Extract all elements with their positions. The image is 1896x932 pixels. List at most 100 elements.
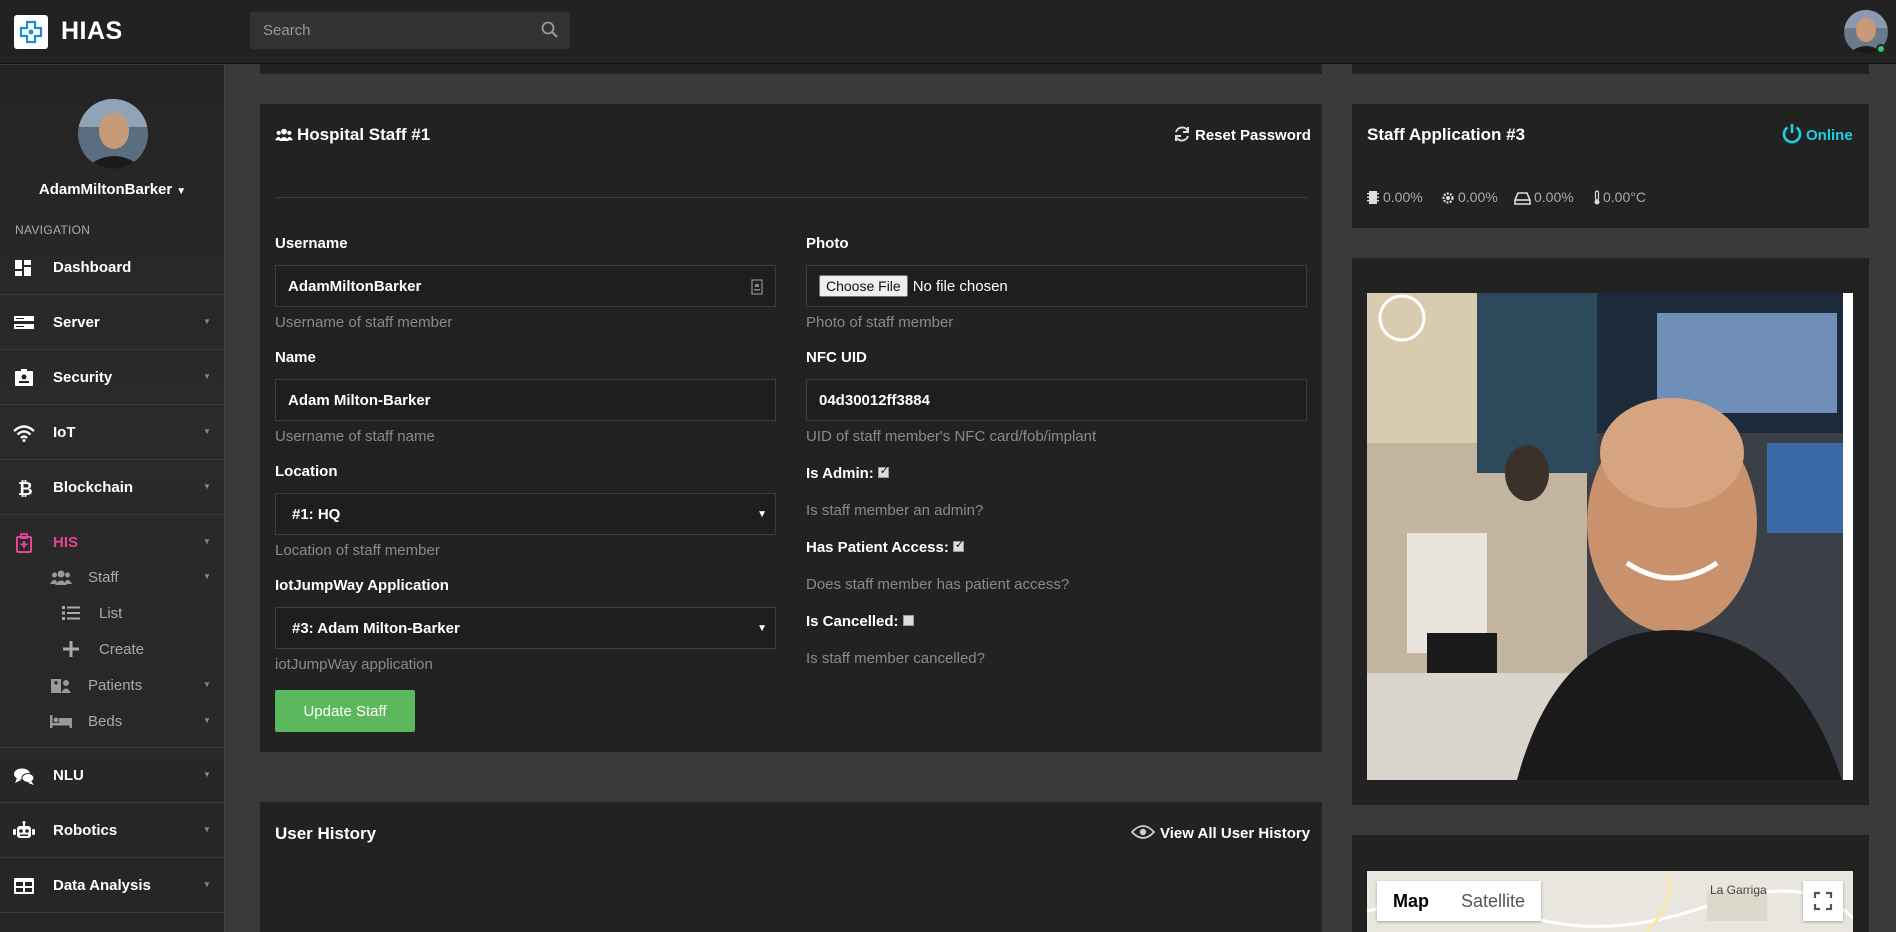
online-status: Online — [1806, 127, 1853, 144]
fullscreen-button[interactable] — [1803, 881, 1843, 921]
is-cancelled-label: Is Cancelled: — [806, 613, 899, 630]
username-value: AdamMiltonBarker — [288, 277, 422, 295]
location-help: Location of staff member — [275, 542, 440, 559]
sidebar-subitem-beds[interactable]: Beds ▼ — [0, 703, 225, 739]
photo-file-input[interactable]: Choose File No file chosen — [806, 265, 1307, 307]
sidebar-subitem-label: Staff — [88, 569, 119, 586]
chevron-down-icon: ▼ — [203, 317, 211, 326]
sidebar: AdamMiltonBarker ▼ NAVIGATION Dashboard S… — [0, 65, 225, 932]
sidebar-item-label: NLU — [53, 767, 84, 784]
contact-card-icon — [751, 279, 763, 295]
hospital-icon — [16, 533, 32, 553]
temperature-stat: 0.00°C — [1603, 189, 1646, 205]
users-icon — [275, 128, 293, 142]
wifi-icon — [13, 425, 35, 442]
sidebar-subitem-label: Beds — [88, 713, 123, 730]
nav-heading: NAVIGATION — [15, 223, 91, 237]
is-cancelled-checkbox[interactable] — [902, 614, 914, 626]
sidebar-subitem-list[interactable]: List — [0, 595, 225, 631]
name-label: Name — [275, 349, 316, 366]
select-arrow-icon: ▼ — [757, 509, 767, 520]
sidebar-item-data-analysis[interactable]: Data Analysis ▼ — [0, 858, 225, 913]
chevron-down-icon: ▼ — [203, 482, 211, 491]
disk-stat: 0.00% — [1534, 189, 1574, 205]
sidebar-item-label: Blockchain — [53, 479, 134, 496]
file-status: No file chosen — [912, 277, 1008, 295]
chevron-down-icon: ▼ — [203, 680, 211, 689]
view-all-history-link[interactable]: View All User History — [1160, 825, 1310, 842]
search-icon[interactable] — [540, 20, 560, 40]
username-help: Username of staff member — [275, 314, 453, 331]
application-help: iotJumpWay application — [275, 656, 433, 673]
sidebar-username[interactable]: AdamMiltonBarker ▼ — [0, 181, 225, 198]
nfc-value: 04d30012ff3884 — [819, 391, 930, 409]
location-map[interactable]: Map Satellite La Garriga — [1367, 871, 1853, 932]
sidebar-avatar[interactable] — [78, 99, 148, 169]
location-label: Location — [275, 463, 338, 480]
list-icon — [62, 606, 80, 620]
chevron-down-icon: ▼ — [203, 427, 211, 436]
sidebar-username-label: AdamMiltonBarker — [38, 181, 173, 198]
sidebar-item-label: HIS — [53, 534, 79, 551]
fullscreen-icon — [1813, 891, 1833, 911]
id-badge-icon — [15, 369, 33, 386]
cog-icon — [1442, 192, 1454, 204]
chevron-down-icon: ▼ — [203, 537, 211, 546]
patient-access-help: Does staff member has patient access? — [806, 576, 1070, 593]
sidebar-item-robotics[interactable]: Robotics ▼ — [0, 803, 225, 858]
bitcoin-icon: ₿ — [18, 479, 33, 498]
choose-file-button[interactable]: Choose File — [819, 275, 908, 297]
bed-icon — [50, 715, 72, 728]
robot-icon — [13, 821, 35, 838]
sidebar-item-label: Server — [53, 314, 100, 331]
name-input[interactable]: Adam Milton-Barker — [275, 379, 776, 421]
user-history-panel — [260, 802, 1322, 932]
patient-access-checkbox[interactable] — [952, 538, 964, 552]
username-input[interactable]: AdamMiltonBarker — [275, 265, 776, 307]
patient-access-label: Has Patient Access: — [806, 539, 949, 556]
map-tab-map[interactable]: Map — [1377, 881, 1445, 921]
is-admin-help: Is staff member an admin? — [806, 502, 984, 519]
map-type-tabs: Map Satellite — [1377, 881, 1542, 921]
sidebar-item-label: Data Analysis — [53, 877, 151, 894]
top-bar: HIAS — [0, 0, 1896, 64]
nfc-input[interactable]: 04d30012ff3884 — [806, 379, 1307, 421]
sidebar-item-server[interactable]: Server ▼ — [0, 295, 225, 350]
patient-access-row: Has Patient Access: — [806, 538, 964, 556]
memory-stat: 0.00% — [1458, 189, 1498, 205]
reset-password-link[interactable]: Reset Password — [1195, 127, 1311, 144]
brand-title[interactable]: HIAS — [61, 17, 123, 46]
comments-icon — [14, 768, 35, 785]
sidebar-item-label: Security — [53, 369, 113, 386]
map-town-label: La Garriga — [1710, 883, 1767, 897]
map-tab-satellite[interactable]: Satellite — [1445, 881, 1541, 921]
photo-help: Photo of staff member — [806, 314, 954, 331]
sidebar-item-nlu[interactable]: NLU ▼ — [0, 748, 225, 803]
panel-top-strip — [1352, 64, 1869, 74]
location-select[interactable]: #1: HQ ▼ — [275, 493, 776, 535]
sidebar-item-blockchain[interactable]: ₿ Blockchain ▼ — [0, 460, 225, 515]
application-label: IotJumpWay Application — [275, 577, 449, 594]
logo-icon[interactable] — [14, 15, 48, 49]
sidebar-subitem-staff[interactable]: Staff ▼ — [0, 559, 225, 595]
sidebar-item-label: Robotics — [53, 822, 118, 839]
is-cancelled-help: Is staff member cancelled? — [806, 650, 985, 667]
sidebar-item-dashboard[interactable]: Dashboard — [0, 240, 225, 295]
users-icon — [50, 570, 72, 585]
staff-panel-title: Hospital Staff #1 — [297, 125, 431, 144]
sidebar-subitem-patients[interactable]: Patients ▼ — [0, 667, 225, 703]
chevron-down-icon: ▼ — [203, 880, 211, 889]
hospital-user-icon — [51, 679, 71, 693]
sidebar-item-security[interactable]: Security ▼ — [0, 350, 225, 405]
application-select[interactable]: #3: Adam Milton-Barker ▼ — [275, 607, 776, 649]
name-help: Username of staff name — [275, 428, 435, 445]
sidebar-item-iot[interactable]: IoT ▼ — [0, 405, 225, 460]
refresh-icon[interactable] — [1173, 125, 1191, 143]
dashboard-icon — [15, 260, 31, 276]
search-input[interactable] — [250, 12, 570, 49]
eye-icon[interactable] — [1131, 824, 1155, 840]
update-staff-button[interactable]: Update Staff — [275, 690, 415, 732]
sidebar-subitem-create[interactable]: Create — [0, 631, 225, 667]
is-admin-label: Is Admin: — [806, 465, 874, 482]
is-admin-checkbox[interactable] — [877, 464, 889, 478]
